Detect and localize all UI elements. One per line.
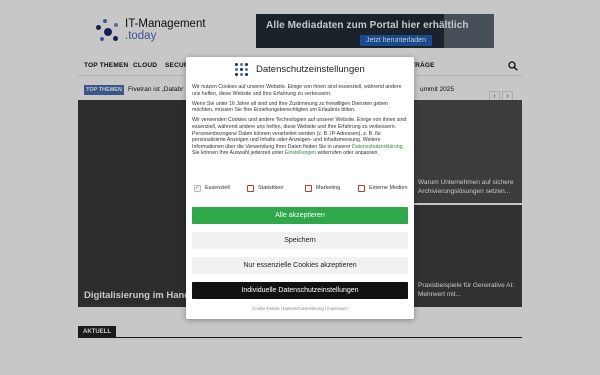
consent-categories: Essenziell Statistiken Marketing Externe… <box>192 184 408 194</box>
checkbox-checked-icon <box>194 184 201 192</box>
checkbox-essential-label: Essenziell <box>205 185 230 191</box>
checkbox-unchecked-icon <box>305 185 312 192</box>
consent-text: Wir nutzen Cookies auf unserer Website. … <box>192 84 408 160</box>
checkbox-unchecked-icon <box>247 185 254 192</box>
checkbox-marketing-label: Marketing <box>316 185 341 191</box>
accept-essential-button[interactable]: Nur essenzielle Cookies akzeptieren <box>192 257 408 274</box>
checkbox-external-media-label: Externe Medien <box>369 185 408 191</box>
custom-settings-button[interactable]: Individuelle Datenschutzeinstellungen <box>192 282 408 299</box>
consent-paragraph-3-text-c: widerrufen oder anpassen. <box>316 150 379 157</box>
consent-footer-links[interactable]: Cookie-Details | Datenschutzerklärung | … <box>186 306 414 311</box>
consent-logo-icon <box>234 62 252 78</box>
consent-title: Datenschutzeinstellungen <box>256 64 365 75</box>
privacy-policy-link[interactable]: Datenschutzerklärung <box>352 144 402 150</box>
consent-paragraph-2: Wenn Sie unter 16 Jahre alt sind und Ihr… <box>192 100 388 114</box>
cookie-consent-dialog: Datenschutzeinstellungen Wir nutzen Cook… <box>186 57 414 319</box>
consent-header: Datenschutzeinstellungen <box>186 61 414 79</box>
consent-paragraph-3: Wir verwenden Cookies und andere Technol… <box>192 117 408 157</box>
checkbox-statistics-label: Statistiken <box>258 185 284 191</box>
save-button[interactable]: Speichern <box>192 232 408 249</box>
accept-all-button[interactable]: Alle akzeptieren <box>192 207 408 224</box>
checkbox-unchecked-icon <box>358 185 365 192</box>
consent-paragraph-1: Wir nutzen Cookies auf unserer Website. … <box>192 84 402 97</box>
settings-link[interactable]: Einstellungen <box>285 150 316 156</box>
